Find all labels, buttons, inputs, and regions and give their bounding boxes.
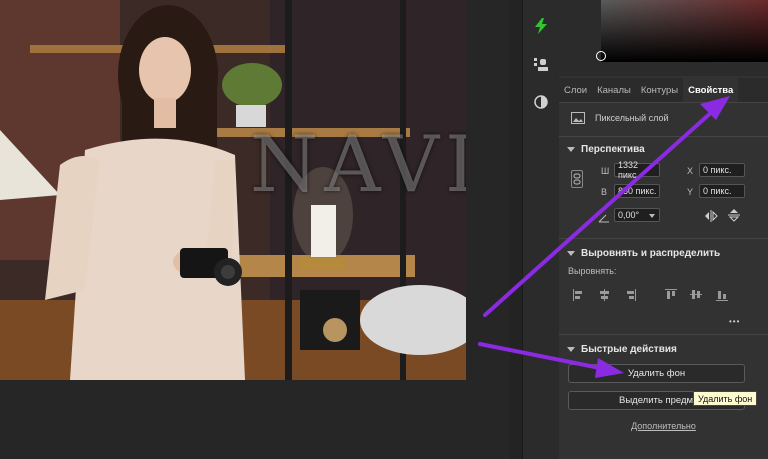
y-label: Y bbox=[687, 187, 694, 197]
y-field[interactable]: 0 пикс. bbox=[699, 184, 745, 198]
tooltip: Удалить фон bbox=[693, 391, 758, 406]
align-label: Выровнять: bbox=[568, 266, 617, 276]
chevron-down-icon bbox=[567, 146, 575, 152]
panel-tabs: Слои Каналы Контуры Свойства bbox=[559, 78, 768, 103]
color-picker[interactable] bbox=[559, 0, 768, 76]
angle-icon bbox=[598, 210, 610, 228]
width-field[interactable]: 1332 пикс. bbox=[614, 160, 660, 180]
layer-type-label: Пиксельный слой bbox=[595, 113, 669, 123]
tab-properties[interactable]: Свойства bbox=[683, 78, 739, 102]
remove-background-button[interactable]: Удалить фон bbox=[568, 364, 745, 383]
adjustments-icon[interactable] bbox=[529, 90, 553, 114]
quick-actions-header[interactable]: Быстрые действия bbox=[559, 341, 768, 357]
width-label: Ш bbox=[601, 166, 610, 176]
align-top-icon[interactable] bbox=[665, 289, 677, 301]
link-proportions-icon[interactable] bbox=[571, 170, 583, 188]
more-link[interactable]: Дополнительно bbox=[559, 421, 768, 431]
angle-dropdown-chevron-icon[interactable] bbox=[649, 214, 655, 218]
flip-vertical-icon[interactable] bbox=[728, 208, 740, 227]
perspective-title: Перспектива bbox=[581, 143, 645, 155]
align-left-icon[interactable] bbox=[573, 289, 585, 301]
stamp-layers-icon[interactable] bbox=[529, 52, 553, 76]
document-canvas[interactable]: NAVI bbox=[0, 0, 510, 459]
color-marker[interactable] bbox=[596, 51, 606, 61]
perspective-header[interactable]: Перспектива bbox=[559, 141, 768, 157]
pixel-layer-icon bbox=[571, 112, 585, 124]
more-options-icon[interactable]: ••• bbox=[729, 317, 740, 326]
align-right-icon[interactable] bbox=[624, 289, 636, 301]
chevron-down-icon bbox=[567, 346, 575, 352]
divider bbox=[559, 238, 768, 239]
tab-channels[interactable]: Каналы bbox=[592, 78, 636, 102]
photo-scene bbox=[0, 0, 466, 380]
lightning-icon[interactable] bbox=[529, 14, 553, 38]
layer-type-row: Пиксельный слой bbox=[559, 110, 768, 130]
align-title: Выровнять и распределить bbox=[581, 247, 721, 259]
tab-paths[interactable]: Контуры bbox=[636, 78, 683, 102]
chevron-down-icon bbox=[567, 250, 575, 256]
divider bbox=[559, 136, 768, 137]
panel-tool-strip bbox=[522, 0, 559, 459]
tab-layers[interactable]: Слои bbox=[559, 78, 592, 102]
photo-image[interactable]: NAVI bbox=[0, 0, 466, 380]
divider bbox=[559, 334, 768, 335]
flip-horizontal-icon[interactable] bbox=[704, 209, 718, 227]
x-field[interactable]: 0 пикс. bbox=[699, 163, 745, 177]
canvas-pasteboard bbox=[0, 380, 510, 459]
align-header[interactable]: Выровнять и распределить bbox=[559, 245, 768, 261]
x-label: X bbox=[687, 166, 694, 176]
height-field[interactable]: 850 пикс. bbox=[614, 184, 660, 198]
align-center-vertical-icon[interactable] bbox=[690, 289, 702, 301]
align-bottom-icon[interactable] bbox=[716, 289, 728, 301]
quick-actions-title: Быстрые действия bbox=[581, 343, 677, 355]
height-label: В bbox=[601, 187, 608, 197]
align-center-horizontal-icon[interactable] bbox=[599, 289, 611, 301]
color-field[interactable] bbox=[601, 0, 768, 62]
